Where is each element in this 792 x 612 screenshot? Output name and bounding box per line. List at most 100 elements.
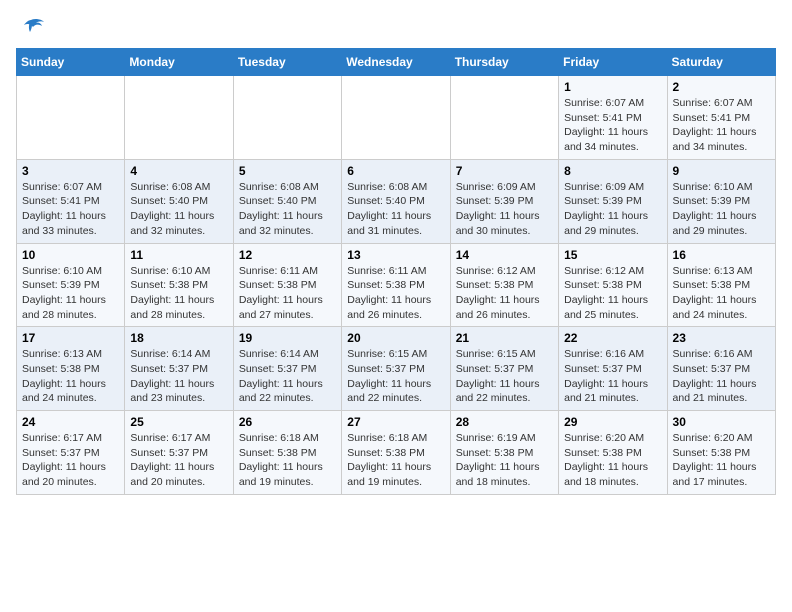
calendar-cell xyxy=(125,76,233,160)
calendar-cell: 28 Sunrise: 6:19 AMSunset: 5:38 PMDayligh… xyxy=(450,411,558,495)
day-number: 24 xyxy=(22,415,119,429)
day-info: Sunrise: 6:12 AMSunset: 5:38 PMDaylight:… xyxy=(456,264,553,323)
calendar-cell: 3Sunrise: 6:07 AMSunset: 5:41 PMDaylight… xyxy=(17,159,125,243)
day-info: Sunrise: 6:15 AMSunset: 5:37 PMDaylight:… xyxy=(347,347,444,406)
calendar-body: 1 Sunrise: 6:07 AMSunset: 5:41 PMDaylight… xyxy=(17,76,776,495)
calendar-cell: 25 Sunrise: 6:17 AMSunset: 5:37 PMDayligh… xyxy=(125,411,233,495)
weekday-header-thursday: Thursday xyxy=(450,49,558,76)
day-number: 14 xyxy=(456,248,553,262)
day-info: Sunrise: 6:10 AMSunset: 5:39 PMDaylight:… xyxy=(673,180,770,239)
day-number: 13 xyxy=(347,248,444,262)
calendar-week-2: 3Sunrise: 6:07 AMSunset: 5:41 PMDaylight… xyxy=(17,159,776,243)
calendar-cell: 17 Sunrise: 6:13 AMSunset: 5:38 PMDayligh… xyxy=(17,327,125,411)
calendar-cell: 19 Sunrise: 6:14 AMSunset: 5:37 PMDayligh… xyxy=(233,327,341,411)
day-info: Sunrise: 6:07 AMSunset: 5:41 PMDaylight:… xyxy=(673,96,770,155)
calendar-cell: 5Sunrise: 6:08 AMSunset: 5:40 PMDaylight… xyxy=(233,159,341,243)
day-info: Sunrise: 6:11 AMSunset: 5:38 PMDaylight:… xyxy=(347,264,444,323)
calendar-cell: 1 Sunrise: 6:07 AMSunset: 5:41 PMDaylight… xyxy=(559,76,667,160)
day-number: 8 xyxy=(564,164,661,178)
day-info: Sunrise: 6:19 AMSunset: 5:38 PMDaylight:… xyxy=(456,431,553,490)
calendar-cell: 13 Sunrise: 6:11 AMSunset: 5:38 PMDayligh… xyxy=(342,243,450,327)
day-info: Sunrise: 6:09 AMSunset: 5:39 PMDaylight:… xyxy=(456,180,553,239)
calendar-cell: 10Sunrise: 6:10 AMSunset: 5:39 PMDayligh… xyxy=(17,243,125,327)
day-number: 18 xyxy=(130,331,227,345)
day-number: 12 xyxy=(239,248,336,262)
weekday-header-row: SundayMondayTuesdayWednesdayThursdayFrid… xyxy=(17,49,776,76)
calendar-cell: 8Sunrise: 6:09 AMSunset: 5:39 PMDaylight… xyxy=(559,159,667,243)
page-header xyxy=(16,16,776,40)
weekday-header-saturday: Saturday xyxy=(667,49,775,76)
day-number: 20 xyxy=(347,331,444,345)
calendar-cell xyxy=(233,76,341,160)
day-info: Sunrise: 6:13 AMSunset: 5:38 PMDaylight:… xyxy=(22,347,119,406)
calendar-cell: 9 Sunrise: 6:10 AMSunset: 5:39 PMDaylight… xyxy=(667,159,775,243)
calendar-cell: 30Sunrise: 6:20 AMSunset: 5:38 PMDayligh… xyxy=(667,411,775,495)
calendar-cell: 6 Sunrise: 6:08 AMSunset: 5:40 PMDaylight… xyxy=(342,159,450,243)
calendar-cell: 24Sunrise: 6:17 AMSunset: 5:37 PMDayligh… xyxy=(17,411,125,495)
day-info: Sunrise: 6:16 AMSunset: 5:37 PMDaylight:… xyxy=(673,347,770,406)
calendar-cell: 12Sunrise: 6:11 AMSunset: 5:38 PMDayligh… xyxy=(233,243,341,327)
day-number: 15 xyxy=(564,248,661,262)
calendar-cell: 7 Sunrise: 6:09 AMSunset: 5:39 PMDaylight… xyxy=(450,159,558,243)
day-number: 7 xyxy=(456,164,553,178)
day-number: 21 xyxy=(456,331,553,345)
weekday-header-sunday: Sunday xyxy=(17,49,125,76)
day-number: 19 xyxy=(239,331,336,345)
calendar-week-5: 24 Sunrise: 6:17 AMSunset: 5:37 PMDayligh… xyxy=(17,411,776,495)
weekday-header-tuesday: Tuesday xyxy=(233,49,341,76)
day-number: 26 xyxy=(239,415,336,429)
calendar-week-1: 1 Sunrise: 6:07 AMSunset: 5:41 PMDaylight… xyxy=(17,76,776,160)
day-info: Sunrise: 6:10 AMSunset: 5:38 PMDaylight:… xyxy=(130,264,227,323)
day-number: 1 xyxy=(564,80,661,94)
calendar-header: SundayMondayTuesdayWednesdayThursdayFrid… xyxy=(17,49,776,76)
day-info: Sunrise: 6:20 AMSunset: 5:38 PMDaylight:… xyxy=(673,431,770,490)
calendar-cell: 21 Sunrise: 6:15 AMSunset: 5:37 PMDayligh… xyxy=(450,327,558,411)
day-number: 11 xyxy=(130,248,227,262)
day-number: 9 xyxy=(673,164,770,178)
day-number: 28 xyxy=(456,415,553,429)
day-number: 6 xyxy=(347,164,444,178)
calendar-cell: 23Sunrise: 6:16 AMSunset: 5:37 PMDayligh… xyxy=(667,327,775,411)
day-info: Sunrise: 6:15 AMSunset: 5:37 PMDaylight:… xyxy=(456,347,553,406)
day-info: Sunrise: 6:14 AMSunset: 5:37 PMDaylight:… xyxy=(239,347,336,406)
logo xyxy=(16,16,50,40)
weekday-header-friday: Friday xyxy=(559,49,667,76)
day-number: 29 xyxy=(564,415,661,429)
calendar-cell: 11 Sunrise: 6:10 AMSunset: 5:38 PMDayligh… xyxy=(125,243,233,327)
day-info: Sunrise: 6:18 AMSunset: 5:38 PMDaylight:… xyxy=(239,431,336,490)
day-number: 22 xyxy=(564,331,661,345)
calendar-week-3: 10Sunrise: 6:10 AMSunset: 5:39 PMDayligh… xyxy=(17,243,776,327)
calendar-week-4: 17 Sunrise: 6:13 AMSunset: 5:38 PMDayligh… xyxy=(17,327,776,411)
calendar-cell: 20 Sunrise: 6:15 AMSunset: 5:37 PMDayligh… xyxy=(342,327,450,411)
day-info: Sunrise: 6:16 AMSunset: 5:37 PMDaylight:… xyxy=(564,347,661,406)
calendar-cell: 2 Sunrise: 6:07 AMSunset: 5:41 PMDaylight… xyxy=(667,76,775,160)
calendar-cell: 14 Sunrise: 6:12 AMSunset: 5:38 PMDayligh… xyxy=(450,243,558,327)
day-info: Sunrise: 6:14 AMSunset: 5:37 PMDaylight:… xyxy=(130,347,227,406)
calendar-table: SundayMondayTuesdayWednesdayThursdayFrid… xyxy=(16,48,776,495)
day-info: Sunrise: 6:08 AMSunset: 5:40 PMDaylight:… xyxy=(130,180,227,239)
calendar-cell: 18 Sunrise: 6:14 AMSunset: 5:37 PMDayligh… xyxy=(125,327,233,411)
day-number: 27 xyxy=(347,415,444,429)
day-info: Sunrise: 6:17 AMSunset: 5:37 PMDaylight:… xyxy=(130,431,227,490)
day-info: Sunrise: 6:10 AMSunset: 5:39 PMDaylight:… xyxy=(22,264,119,323)
day-info: Sunrise: 6:08 AMSunset: 5:40 PMDaylight:… xyxy=(347,180,444,239)
calendar-cell xyxy=(450,76,558,160)
calendar-cell: 29Sunrise: 6:20 AMSunset: 5:38 PMDayligh… xyxy=(559,411,667,495)
day-number: 4 xyxy=(130,164,227,178)
calendar-cell: 22 Sunrise: 6:16 AMSunset: 5:37 PMDayligh… xyxy=(559,327,667,411)
day-info: Sunrise: 6:13 AMSunset: 5:38 PMDaylight:… xyxy=(673,264,770,323)
weekday-header-wednesday: Wednesday xyxy=(342,49,450,76)
weekday-header-monday: Monday xyxy=(125,49,233,76)
calendar-cell xyxy=(342,76,450,160)
day-number: 16 xyxy=(673,248,770,262)
day-number: 2 xyxy=(673,80,770,94)
calendar-cell: 16 Sunrise: 6:13 AMSunset: 5:38 PMDayligh… xyxy=(667,243,775,327)
day-info: Sunrise: 6:07 AMSunset: 5:41 PMDaylight:… xyxy=(564,96,661,155)
day-number: 17 xyxy=(22,331,119,345)
day-info: Sunrise: 6:08 AMSunset: 5:40 PMDaylight:… xyxy=(239,180,336,239)
calendar-cell: 26 Sunrise: 6:18 AMSunset: 5:38 PMDayligh… xyxy=(233,411,341,495)
calendar-cell: 27Sunrise: 6:18 AMSunset: 5:38 PMDayligh… xyxy=(342,411,450,495)
calendar-cell xyxy=(17,76,125,160)
calendar-cell: 15Sunrise: 6:12 AMSunset: 5:38 PMDayligh… xyxy=(559,243,667,327)
day-number: 25 xyxy=(130,415,227,429)
